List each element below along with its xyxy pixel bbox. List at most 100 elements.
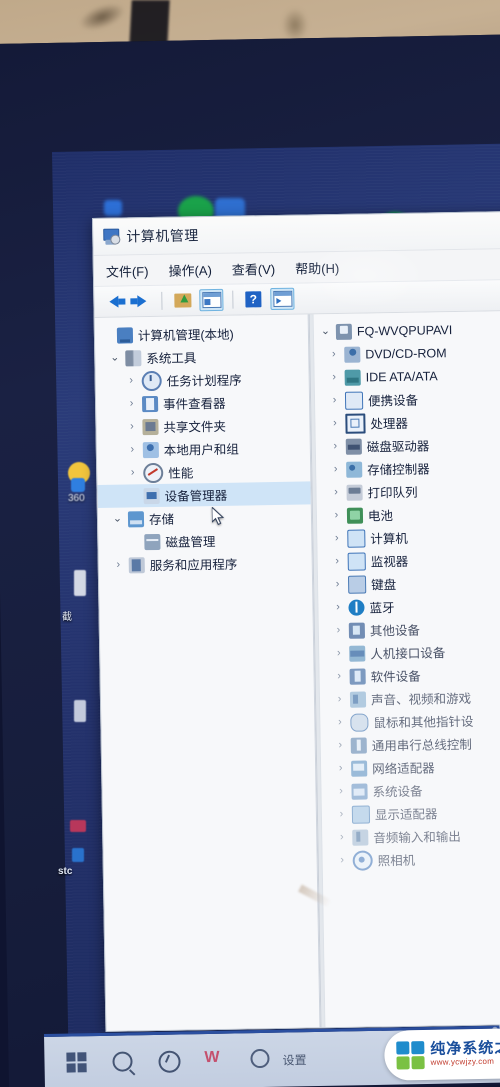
device-item-row[interactable]: › 便携设备 bbox=[315, 386, 500, 412]
tree-item-label: 任务计划程序 bbox=[166, 373, 242, 389]
desktop-icon-red[interactable] bbox=[70, 820, 86, 832]
device-item-label: 照相机 bbox=[377, 853, 416, 869]
chevron-right-icon[interactable]: › bbox=[336, 808, 347, 820]
cortana-icon[interactable] bbox=[158, 1050, 181, 1073]
chevron-right-icon[interactable]: › bbox=[329, 394, 340, 406]
other-icon bbox=[348, 622, 366, 639]
chevron-right-icon[interactable]: › bbox=[334, 716, 345, 728]
up-folder-icon[interactable] bbox=[171, 290, 193, 310]
device-item-row[interactable]: › 打印队列 bbox=[316, 478, 500, 504]
search-icon[interactable] bbox=[112, 1051, 134, 1073]
device-item-row[interactable]: › IDE ATA/ATA bbox=[314, 363, 500, 389]
chevron-right-icon[interactable]: › bbox=[126, 374, 137, 386]
toolbar-separator bbox=[161, 291, 163, 310]
window-title: 计算机管理 bbox=[126, 227, 199, 245]
chevron-right-icon[interactable]: › bbox=[337, 854, 348, 866]
chevron-right-icon[interactable]: › bbox=[331, 509, 342, 521]
chevron-right-icon[interactable]: › bbox=[126, 420, 137, 432]
chevron-right-icon[interactable]: › bbox=[335, 762, 346, 774]
chevron-right-icon[interactable]: › bbox=[126, 397, 137, 409]
chevron-right-icon[interactable]: › bbox=[332, 601, 343, 613]
menu-view[interactable]: 查看(V) bbox=[232, 258, 276, 278]
bt-icon bbox=[348, 599, 365, 616]
snd-icon bbox=[349, 691, 367, 708]
chevron-right-icon[interactable]: › bbox=[329, 371, 340, 383]
help-icon[interactable]: ? bbox=[242, 289, 264, 309]
settings-icon[interactable] bbox=[250, 1048, 272, 1071]
menu-help[interactable]: 帮助(H) bbox=[295, 257, 339, 277]
chevron-right-icon[interactable]: › bbox=[330, 486, 341, 498]
show-console-tree-icon[interactable] bbox=[199, 288, 224, 312]
device-item-row[interactable]: › 键盘 bbox=[318, 570, 500, 596]
chevron-down-icon[interactable]: ⌄ bbox=[320, 325, 331, 337]
tree-item-row[interactable]: › 服务和应用程序 bbox=[99, 550, 312, 577]
show-action-pane-icon[interactable] bbox=[270, 287, 295, 311]
chevron-right-icon[interactable]: › bbox=[334, 693, 345, 705]
back-arrow-icon[interactable] bbox=[102, 291, 124, 311]
tree-item-label: 共享文件夹 bbox=[163, 419, 227, 435]
device-item-row[interactable]: › 计算机 bbox=[317, 524, 500, 550]
device-item-row[interactable]: › 处理器 bbox=[315, 409, 500, 435]
chevron-right-icon[interactable]: › bbox=[328, 348, 339, 360]
desktop-icon-doc-2[interactable] bbox=[74, 700, 86, 722]
device-list-pane[interactable]: ⌄ FQ-WVQPUPAVI › DVD/CD-ROM › IDE ATA/ATA › 便携设… bbox=[313, 310, 500, 1031]
chevron-right-icon[interactable]: › bbox=[336, 831, 347, 843]
computer-icon bbox=[116, 326, 134, 344]
device-item-row[interactable]: › 蓝牙 bbox=[318, 593, 500, 619]
chevron-right-icon[interactable]: › bbox=[330, 463, 341, 475]
chevron-right-icon[interactable]: › bbox=[330, 440, 341, 452]
chevron-down-icon[interactable]: ⌄ bbox=[112, 513, 123, 525]
desktop-icon-doc[interactable] bbox=[74, 570, 86, 596]
desktop-icon-blob bbox=[104, 200, 122, 216]
chevron-right-icon[interactable]: › bbox=[329, 417, 340, 429]
device-item-row[interactable]: › 人机接口设备 bbox=[319, 639, 500, 665]
device-item-row[interactable]: › DVD/CD-ROM bbox=[314, 340, 500, 366]
desktop-icon-blue[interactable] bbox=[72, 848, 84, 862]
menu-file[interactable]: 文件(F) bbox=[106, 261, 149, 281]
device-item-row[interactable]: › 网络适配器 bbox=[321, 754, 500, 780]
device-item-row[interactable]: › 鼠标和其他指针设 bbox=[320, 708, 500, 734]
device-item-row[interactable]: › 声音、视频和游戏 bbox=[320, 685, 500, 711]
device-item-row[interactable]: › 电池 bbox=[317, 501, 500, 527]
device-item-row[interactable]: › 照相机 bbox=[322, 846, 500, 872]
device-item-row[interactable]: › 音频输入和输出 bbox=[322, 823, 500, 849]
console-tree-pane[interactable]: 计算机管理(本地) ⌄ 系统工具 › 任务计划程序 › 事件查看器 › 共享文件夹 › 本地用户和组… bbox=[94, 314, 321, 1032]
chevron-right-icon[interactable]: › bbox=[332, 578, 343, 590]
storage-icon bbox=[127, 510, 145, 527]
chevron-right-icon[interactable]: › bbox=[335, 785, 346, 797]
device-item-label: 音频输入和输出 bbox=[373, 829, 461, 846]
chevron-right-icon[interactable]: › bbox=[333, 624, 344, 636]
device-item-row[interactable]: › 软件设备 bbox=[319, 662, 500, 688]
chevron-down-icon[interactable]: ⌄ bbox=[109, 352, 120, 364]
mon-icon bbox=[347, 552, 366, 571]
start-button[interactable] bbox=[66, 1052, 88, 1074]
chevron-right-icon[interactable]: › bbox=[127, 443, 138, 455]
device-item-row[interactable]: › 显示适配器 bbox=[322, 800, 500, 826]
device-item-row[interactable]: › 监视器 bbox=[318, 547, 500, 573]
chevron-right-icon[interactable]: › bbox=[127, 466, 138, 478]
chevron-right-icon[interactable]: › bbox=[333, 647, 344, 659]
usb-icon bbox=[350, 737, 367, 754]
chevron-right-icon[interactable]: › bbox=[334, 670, 345, 682]
device-item-row[interactable]: › 其他设备 bbox=[319, 616, 500, 642]
desktop-icon-360[interactable]: 360 bbox=[68, 462, 90, 504]
wps-icon[interactable]: W bbox=[204, 1049, 226, 1072]
net-icon bbox=[351, 760, 368, 777]
device-item-row[interactable]: › 系统设备 bbox=[321, 777, 500, 803]
tree-item-label: 存储 bbox=[148, 512, 175, 528]
menu-action[interactable]: 操作(A) bbox=[168, 260, 212, 280]
device-item-label: 键盘 bbox=[371, 578, 397, 593]
tree-item-label: 服务和应用程序 bbox=[149, 557, 238, 574]
photo-scene: 360 截 stc 计算机管理 文件(F) 操作(A) 查看(V) 帮助(H) … bbox=[0, 0, 500, 1087]
device-item-row[interactable]: › 磁盘驱动器 bbox=[316, 432, 500, 458]
portable-icon bbox=[344, 391, 364, 410]
device-item-row[interactable]: ⌄ FQ-WVQPUPAVI bbox=[314, 317, 500, 343]
chevron-right-icon[interactable]: › bbox=[331, 532, 342, 544]
forward-arrow-icon[interactable] bbox=[130, 291, 152, 311]
device-item-row[interactable]: › 存储控制器 bbox=[316, 455, 500, 481]
desktop-icon-label: 截 bbox=[62, 612, 72, 623]
chevron-right-icon[interactable]: › bbox=[113, 559, 124, 571]
device-item-row[interactable]: › 通用串行总线控制 bbox=[321, 731, 500, 757]
chevron-right-icon[interactable]: › bbox=[335, 739, 346, 751]
chevron-right-icon[interactable]: › bbox=[332, 555, 343, 567]
